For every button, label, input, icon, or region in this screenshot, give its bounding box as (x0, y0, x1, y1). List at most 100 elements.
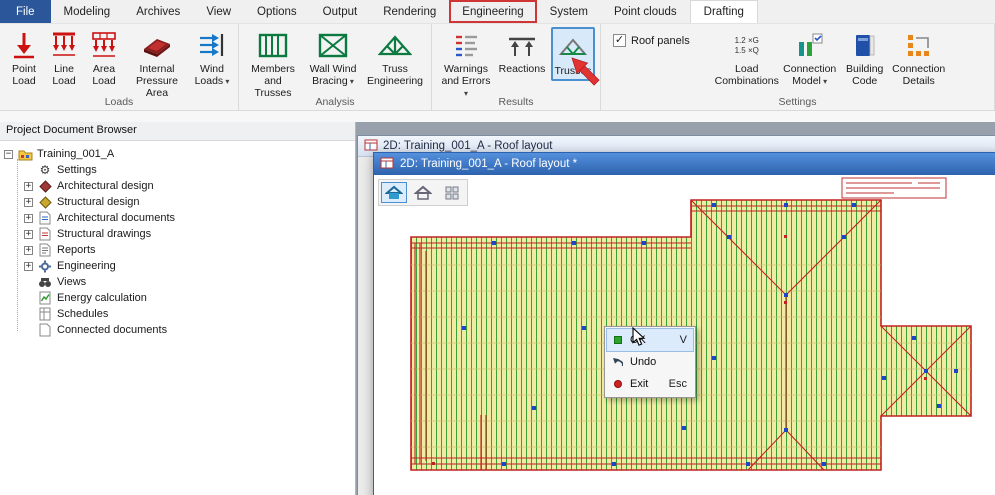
check-icon: ✓ (615, 35, 624, 46)
view-model-button[interactable] (410, 182, 436, 203)
folder-icon (17, 148, 33, 161)
exit-icon (612, 380, 623, 388)
tree-item-settings[interactable]: ⚙ Settings (4, 162, 353, 178)
point-load-icon (12, 29, 36, 63)
expand-expander[interactable]: + (24, 230, 33, 239)
drawing-window: 2D: Training_001_A - Roof layout * (373, 152, 995, 495)
tree-item-structural-drawings[interactable]: + Structural drawings (4, 226, 353, 242)
area-load-button[interactable]: Area Load (85, 27, 123, 89)
tab-view[interactable]: View (193, 0, 244, 23)
drawing-window-title: 2D: Training_001_A - Roof layout * (400, 158, 577, 170)
ribbon-group-analysis: Members and Trusses Wall Wind Bracing Tr… (239, 24, 432, 110)
structural-design-icon (37, 196, 53, 209)
view-grid-button[interactable] (439, 182, 465, 203)
structural-drawings-icon (37, 227, 53, 241)
reports-icon (37, 243, 53, 257)
tree-root-label: Training_001_A (37, 148, 114, 160)
tree-item-reports[interactable]: + Reports (4, 242, 353, 258)
drawing-canvas-container: OK V Undo Exit Esc (374, 175, 995, 495)
ribbon-group-label-settings: Settings (601, 96, 994, 108)
project-tree: − Training_001_A ⚙ Settings + Architectu… (0, 141, 355, 495)
tab-engineering[interactable]: Engineering (449, 0, 536, 23)
expand-expander[interactable]: + (24, 182, 33, 191)
truss-engineering-button[interactable]: Truss Engineering (364, 27, 426, 89)
view-2d-button[interactable] (381, 182, 407, 203)
reactions-button[interactable]: Reactions (497, 27, 547, 77)
expand-expander[interactable]: + (24, 198, 33, 207)
roof-panels-label: Roof panels (631, 35, 690, 47)
engineering-icon (37, 260, 53, 273)
tab-options[interactable]: Options (244, 0, 310, 23)
wall-wind-bracing-icon (318, 29, 348, 63)
tab-archives[interactable]: Archives (123, 0, 193, 23)
tree-children: ⚙ Settings + Architectural design + Stru… (4, 162, 353, 338)
tree-item-structural-design[interactable]: + Structural design (4, 194, 353, 210)
window-icon (380, 157, 394, 172)
expand-expander[interactable]: + (24, 214, 33, 223)
tree-item-schedules[interactable]: Schedules (4, 306, 353, 322)
context-menu-item-ok[interactable]: OK V (607, 329, 693, 351)
mdi-area: 2D: Training_001_A - Roof layout 2D: Tra… (356, 122, 995, 495)
expand-expander[interactable]: + (24, 262, 33, 271)
roof-panels-toggle[interactable]: ✓ Roof panels (613, 34, 690, 47)
schedules-icon (37, 307, 53, 321)
main-content: Project Document Browser − Training_001_… (0, 122, 995, 495)
tab-modeling[interactable]: Modeling (51, 0, 124, 23)
tab-output[interactable]: Output (310, 0, 371, 23)
wall-wind-bracing-button[interactable]: Wall Wind Bracing (304, 27, 362, 89)
ribbon-group-label-loads: Loads (0, 96, 238, 108)
internal-pressure-area-icon (142, 29, 172, 63)
tree-item-architectural-documents[interactable]: + Architectural documents (4, 210, 353, 226)
tree-item-architectural-design[interactable]: + Architectural design (4, 178, 353, 194)
architectural-design-icon (37, 180, 53, 193)
members-and-trusses-button[interactable]: Members and Trusses (244, 27, 302, 101)
truss-engineering-icon (378, 29, 412, 63)
tree-item-views[interactable]: Views (4, 274, 353, 290)
tab-file[interactable]: File (0, 0, 51, 23)
line-load-button[interactable]: Line Load (45, 27, 83, 89)
warnings-and-errors-button[interactable]: Warnings and Errors (437, 27, 495, 101)
internal-pressure-area-button[interactable]: Internal Pressure Area (125, 27, 189, 101)
tab-drafting[interactable]: Drafting (690, 0, 758, 23)
tree-item-connected-documents[interactable]: Connected documents (4, 322, 353, 338)
ribbon-group-results: Warnings and Errors Reactions Trusses Re… (432, 24, 601, 110)
collapse-expander[interactable]: − (4, 150, 13, 159)
tree-item-energy-calculation[interactable]: Energy calculation (4, 290, 353, 306)
ok-icon (612, 336, 623, 344)
tab-rendering[interactable]: Rendering (370, 0, 449, 23)
wind-loads-button[interactable]: Wind Loads (191, 27, 233, 89)
ribbon-group-loads: Point Load Line Load Area Load Internal … (0, 24, 239, 110)
roof-panels-checkbox[interactable]: ✓ (613, 34, 626, 47)
ribbon-group-label-results: Results (432, 96, 600, 108)
project-document-browser: Project Document Browser − Training_001_… (0, 122, 356, 495)
sidebar-title: Project Document Browser (0, 122, 355, 141)
background-window-title: 2D: Training_001_A - Roof layout (383, 140, 552, 152)
context-menu: OK V Undo Exit Esc (604, 326, 696, 398)
building-code-button[interactable]: Building Code (842, 27, 888, 89)
energy-calculation-icon (37, 291, 53, 305)
trusses-icon (559, 31, 587, 65)
drawing-window-titlebar[interactable]: 2D: Training_001_A - Roof layout * (374, 153, 995, 175)
menu-bar: File Modeling Archives View Options Outp… (0, 0, 995, 24)
load-combinations-button[interactable]: 1.2 ×G1.5 ×Q Load Combinations (716, 27, 778, 89)
reactions-icon (507, 29, 537, 63)
warnings-and-errors-icon (453, 29, 479, 63)
area-load-icon (90, 29, 118, 63)
trusses-button[interactable]: Trusses (551, 27, 595, 81)
ribbon-gap (0, 111, 995, 122)
building-code-icon (852, 29, 878, 63)
context-menu-item-undo[interactable]: Undo (607, 351, 693, 373)
expand-expander[interactable]: + (24, 246, 33, 255)
context-menu-item-exit[interactable]: Exit Esc (607, 373, 693, 395)
tree-item-engineering[interactable]: + Engineering (4, 258, 353, 274)
connection-details-button[interactable]: Connection Details (890, 27, 948, 89)
drawing-label-box (842, 178, 946, 198)
tab-point-clouds[interactable]: Point clouds (601, 0, 690, 23)
members-and-trusses-icon (258, 29, 288, 63)
tab-system[interactable]: System (537, 0, 601, 23)
point-load-button[interactable]: Point Load (5, 27, 43, 89)
connection-model-button[interactable]: Connection Model (780, 27, 840, 89)
views-icon (37, 276, 53, 288)
tree-root[interactable]: − Training_001_A (4, 146, 353, 162)
ribbon-group-label-analysis: Analysis (239, 96, 431, 108)
